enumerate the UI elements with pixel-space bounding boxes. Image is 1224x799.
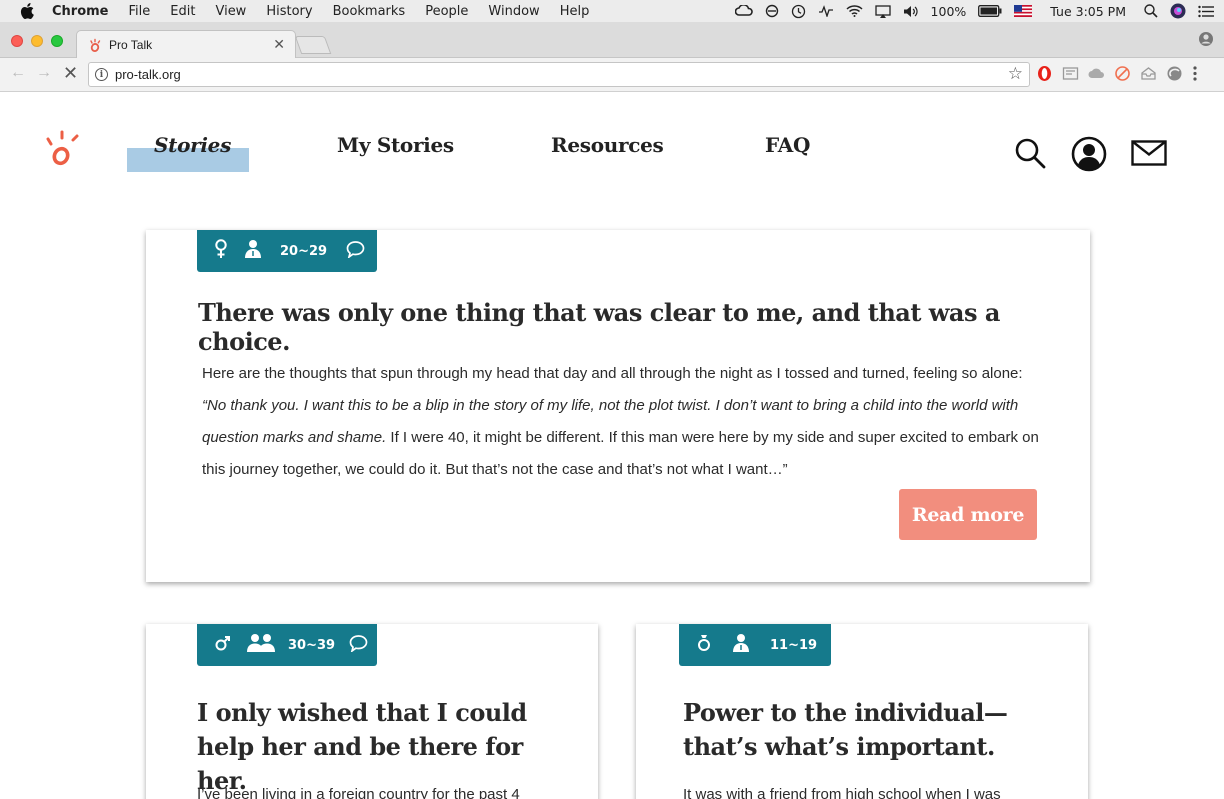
account-icon[interactable] (1071, 136, 1107, 177)
male-icon (215, 635, 231, 656)
story-tag-bar: 20~29 (197, 230, 377, 272)
menu-file[interactable]: File (129, 4, 151, 19)
spotlight-icon[interactable] (1144, 4, 1158, 18)
nav-stories[interactable]: Stories (154, 133, 231, 157)
extension-icons (1036, 65, 1209, 82)
clock[interactable]: Tue 3:05 PM (1050, 4, 1126, 19)
story-card[interactable]: 30~39 I only wished that I could help he… (146, 624, 598, 799)
battery-icon[interactable] (978, 5, 1002, 17)
search-icon[interactable] (1014, 137, 1046, 174)
edge-extension-icon[interactable] (1166, 65, 1183, 82)
activity-icon[interactable] (818, 5, 834, 17)
apple-icon[interactable] (20, 3, 38, 19)
story-title[interactable]: Power to the individual— that’s what’s i… (683, 696, 1063, 764)
wifi-icon[interactable] (846, 5, 863, 17)
protalk-favicon-icon (89, 38, 103, 52)
site-info-icon[interactable]: i (95, 68, 108, 81)
menu-history[interactable]: History (266, 4, 312, 19)
nav-faq[interactable]: FAQ (765, 133, 810, 157)
nav-resources[interactable]: Resources (551, 133, 664, 157)
battery-percent: 100% (930, 3, 967, 19)
tab-title: Pro Talk (109, 37, 153, 52)
back-arrow-icon[interactable]: ← (10, 64, 26, 82)
browser-tabstrip: Pro Talk ✕ (0, 22, 1224, 58)
story-title[interactable]: There was only one thing that was clear … (198, 298, 1058, 356)
address-bar[interactable]: i pro-talk.org ☆ (88, 62, 1030, 87)
siri-icon[interactable] (1170, 3, 1186, 19)
excerpt-intro: Here are the thoughts that spun through … (202, 365, 1023, 382)
story-title[interactable]: I only wished that I could help her and … (197, 696, 577, 798)
cloud-extension-icon[interactable] (1088, 65, 1105, 82)
menu-edit[interactable]: Edit (170, 4, 195, 19)
mail-icon[interactable] (1131, 140, 1167, 171)
tab-close-icon[interactable]: ✕ (273, 36, 285, 53)
browser-tab[interactable]: Pro Talk ✕ (76, 30, 296, 58)
two-people-icon (246, 633, 276, 658)
age-range: 30~39 (288, 637, 336, 653)
airplay-icon[interactable] (874, 4, 891, 18)
nav-my-stories[interactable]: My Stories (337, 133, 454, 157)
opera-extension-icon[interactable] (1036, 65, 1053, 82)
blocker-extension-icon[interactable] (1114, 65, 1131, 82)
us-flag-icon[interactable] (1014, 5, 1033, 17)
comment-icon (346, 240, 365, 263)
inbox-extension-icon[interactable] (1140, 65, 1157, 82)
female-icon (214, 238, 228, 264)
comment-icon (349, 634, 368, 657)
chrome-profile-icon[interactable] (1198, 31, 1214, 52)
read-more-button[interactable]: Read more (899, 489, 1037, 540)
new-tab-button[interactable] (294, 36, 332, 54)
time-machine-icon[interactable] (791, 4, 806, 19)
protalk-logo-icon[interactable] (42, 129, 82, 169)
menu-people[interactable]: People (425, 4, 468, 19)
window-maximize-button[interactable] (51, 35, 63, 47)
story-card[interactable]: 11~19 Power to the individual— that’s wh… (636, 624, 1088, 799)
menu-help[interactable]: Help (560, 4, 590, 19)
story-tag-bar: 30~39 (197, 624, 377, 666)
menu-app-name[interactable]: Chrome (52, 4, 109, 19)
window-minimize-button[interactable] (31, 35, 43, 47)
forward-arrow-icon[interactable]: → (36, 64, 52, 82)
person-icon (732, 633, 750, 657)
creative-cloud-icon[interactable] (734, 5, 753, 17)
browser-toolbar: ← → ✕ i pro-talk.org ☆ (0, 58, 1224, 92)
macos-menubar: Chrome File Edit View History Bookmarks … (0, 0, 1224, 22)
menu-view[interactable]: View (215, 4, 246, 19)
person-icon (244, 239, 262, 263)
window-controls (11, 35, 63, 47)
age-range: 11~19 (770, 637, 818, 653)
volume-icon[interactable] (903, 5, 919, 18)
story-excerpt: Here are the thoughts that spun through … (202, 358, 1042, 486)
status-area: 100% Tue 3:05 PM (734, 0, 1214, 22)
menu-bookmarks[interactable]: Bookmarks (333, 4, 406, 19)
chrome-menu-icon[interactable] (1192, 65, 1209, 82)
notification-center-icon[interactable] (1198, 5, 1214, 18)
stop-loading-icon[interactable]: ✕ (63, 63, 78, 84)
age-range: 20~29 (280, 243, 328, 259)
bookmark-star-icon[interactable]: ☆ (1008, 64, 1023, 84)
url-text[interactable]: pro-talk.org (115, 67, 181, 82)
story-excerpt: It was with a friend from high school wh… (683, 786, 1001, 799)
story-card-featured[interactable]: 20~29 There was only one thing that was … (146, 230, 1090, 582)
story-excerpt: I’ve been living in a foreign country fo… (197, 786, 520, 799)
extension-box-icon[interactable] (1062, 65, 1079, 82)
story-tag-bar: 11~19 (679, 624, 831, 666)
page-content: Stories My Stories Resources FAQ 20~29 T… (0, 93, 1224, 799)
ring-icon (697, 633, 711, 658)
window-close-button[interactable] (11, 35, 23, 47)
menu-window[interactable]: Window (488, 4, 539, 19)
sync-icon[interactable] (765, 4, 779, 18)
